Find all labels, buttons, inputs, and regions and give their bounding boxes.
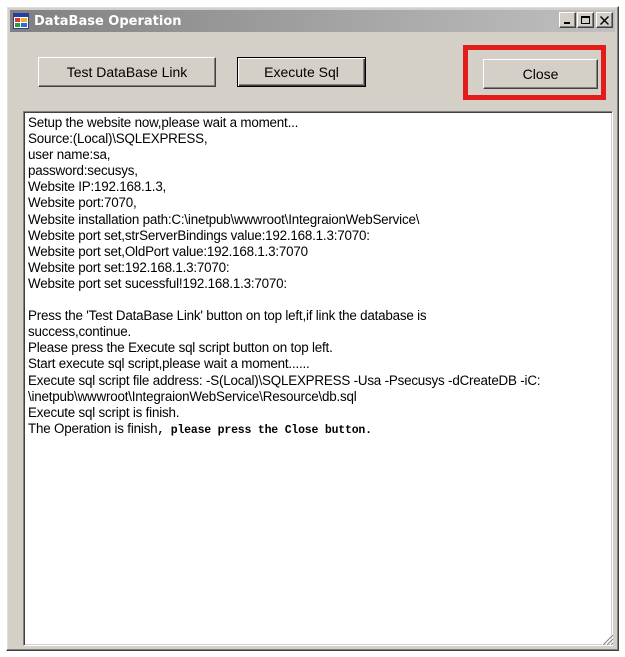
app-window-icon <box>13 13 29 29</box>
close-window-button[interactable] <box>596 12 613 28</box>
test-database-link-button[interactable]: Test DataBase Link <box>38 57 216 87</box>
log-line: Execute sql script file address: -S(Loca… <box>28 372 541 388</box>
log-line: Website port set sucessful!192.168.1.3:7… <box>28 275 287 291</box>
log-line: user name:sa, <box>28 147 111 163</box>
log-output-textbox[interactable]: Setup the website now,please wait a mome… <box>23 111 613 646</box>
log-line: Setup the website now,please wait a mome… <box>28 115 299 130</box>
minimize-icon <box>564 22 570 24</box>
execute-sql-button[interactable]: Execute Sql <box>237 57 366 87</box>
close-icon <box>600 16 609 25</box>
log-line: password:secusys, <box>28 163 138 179</box>
title-bar[interactable]: DataBase Operation <box>10 10 615 32</box>
maximize-button[interactable] <box>577 12 594 28</box>
minimize-button[interactable] <box>559 12 576 28</box>
database-operation-window: DataBase Operation Test DataBase Link Ex… <box>6 6 619 651</box>
close-button-highlight <box>463 45 606 100</box>
log-line-prefix: The Operation is finish <box>28 420 158 436</box>
log-lines: Setup the website now,please wait a mome… <box>28 115 608 439</box>
log-line: Website port set,strServerBindings value… <box>28 227 370 243</box>
window-title: DataBase Operation <box>34 13 182 29</box>
log-line: Website port set,OldPort value:192.168.1… <box>28 243 308 259</box>
log-line: Website IP:192.168.1.3, <box>28 179 167 195</box>
log-line: Source:(Local)\SQLEXPRESS, <box>28 131 208 147</box>
title-bar-controls <box>558 12 613 28</box>
resize-grip-icon[interactable] <box>601 633 614 646</box>
log-line: The Operation is finish, please press th… <box>28 421 608 439</box>
page: DataBase Operation Test DataBase Link Ex… <box>0 0 625 657</box>
log-line: Please press the Execute sql script butt… <box>28 340 333 356</box>
log-line: Website port:7070, <box>28 195 137 211</box>
log-line: Start execute sql script,please wait a m… <box>28 356 310 372</box>
log-line: success,continue. <box>28 324 132 340</box>
log-line-suffix: , please press the Close button. <box>157 423 372 437</box>
log-line: Press the 'Test DataBase Link' button on… <box>28 308 427 324</box>
log-line: Execute sql script is finish. <box>28 404 180 420</box>
log-line: Website installation path:C:\inetpub\www… <box>28 211 420 227</box>
log-line: Website port set:192.168.1.3:7070: <box>28 259 230 275</box>
log-line: \inetpub\wwwroot\IntegraionWebService\Re… <box>28 388 357 404</box>
maximize-icon <box>581 16 590 24</box>
